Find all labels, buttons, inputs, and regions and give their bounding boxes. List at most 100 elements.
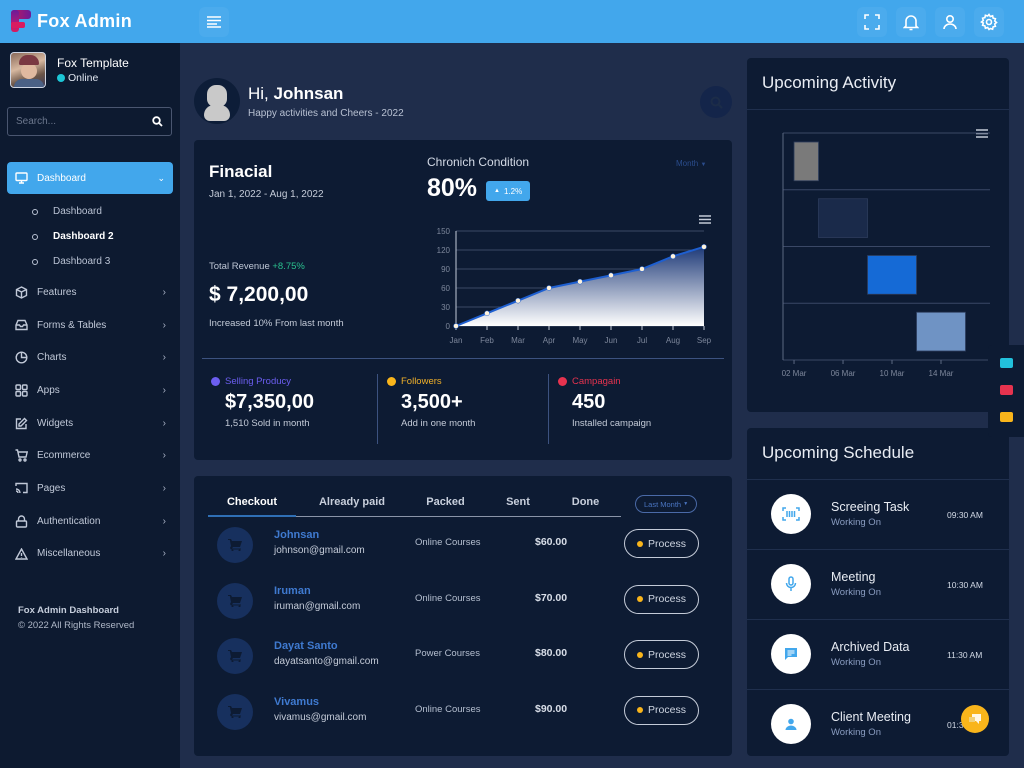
menu-icon <box>207 16 221 28</box>
online-dot-icon <box>57 74 65 82</box>
sidebar-item-label: Ecommerce <box>37 450 91 462</box>
sidebar: Fox Template Online Search... Dashboard … <box>0 43 180 768</box>
x-tick-label: Mar <box>511 336 525 345</box>
chevron-right-icon: › <box>162 450 166 462</box>
schedule-item-status: Working On <box>831 587 881 598</box>
sidebar-item-ecommerce[interactable]: Ecommerce › <box>0 439 180 472</box>
sidebar-subitem-dashboard[interactable]: Dashboard <box>0 199 180 224</box>
stat-label: Followers <box>401 376 442 387</box>
cart-icon <box>228 594 242 607</box>
settings-button[interactable] <box>974 7 1004 37</box>
subitem-label: Dashboard 3 <box>53 256 111 267</box>
schedule-item[interactable]: Meeting Working On 10:30 AM <box>747 549 1009 619</box>
order-customer-name[interactable]: Vivamus <box>274 696 319 708</box>
sidebar-subitem-dashboard-3[interactable]: Dashboard 3 <box>0 249 180 274</box>
status-dot-icon <box>637 596 644 602</box>
divider <box>548 374 549 444</box>
floating-chat-button[interactable] <box>961 705 989 733</box>
user-profile[interactable]: Fox Template Online <box>10 52 129 88</box>
sidebar-item-miscellaneous[interactable]: Miscellaneous › <box>0 538 180 571</box>
sidebar-item-forms-tables[interactable]: Forms & Tables › <box>0 309 180 342</box>
sidebar-item-charts[interactable]: Charts › <box>0 341 180 374</box>
image-icon[interactable] <box>1000 385 1013 395</box>
monitor-icon <box>15 172 28 184</box>
footer-title: Fox Admin Dashboard <box>18 605 119 616</box>
schedule-icon-circle <box>771 634 811 674</box>
order-customer-name[interactable]: Iruman <box>274 585 311 597</box>
cart-avatar <box>217 693 253 730</box>
fullscreen-button[interactable] <box>857 7 887 37</box>
stat-dot-icon <box>558 377 567 386</box>
sidebar-search-input[interactable]: Search... <box>7 107 172 136</box>
process-button[interactable]: Process <box>624 640 699 669</box>
gantt-chart: 02 Mar 06 Mar 10 Mar 14 Mar <box>782 132 990 378</box>
condition-value: 80% <box>427 174 478 202</box>
tab-packed[interactable]: Packed <box>408 491 483 516</box>
order-row: Johnsan johnson@gmail.com Online Courses… <box>194 527 732 582</box>
sidebar-item-apps[interactable]: Apps › <box>0 374 180 407</box>
cart-icon <box>228 650 242 662</box>
person-icon <box>785 718 797 730</box>
inbox-icon <box>15 319 28 331</box>
chevron-right-icon: › <box>162 417 166 429</box>
cart-avatar <box>217 582 253 619</box>
schedule-item-time: 09:30 AM <box>947 510 983 520</box>
order-customer-name[interactable]: Johnsan <box>274 529 319 541</box>
sidebar-subitem-dashboard-2[interactable]: Dashboard 2 <box>0 224 180 249</box>
tab-done[interactable]: Done <box>553 491 618 516</box>
greeting-title: Hi, Johnsan <box>248 84 404 104</box>
gantt-bar <box>916 311 966 352</box>
process-button[interactable]: Process <box>624 584 699 614</box>
process-button[interactable]: Process <box>624 695 699 725</box>
sidebar-item-label: Dashboard <box>37 172 86 184</box>
schedule-item[interactable]: Archived Data Working On 11:30 AM <box>747 619 1009 689</box>
menu-toggle-button[interactable] <box>199 7 229 37</box>
x-tick-label: Sep <box>697 336 712 345</box>
tab-checkout[interactable]: Checkout <box>208 491 296 517</box>
gantt-bar <box>867 255 917 295</box>
gantt-bar <box>793 141 819 182</box>
search-icon[interactable] <box>152 116 163 127</box>
stat-value: $7,350,00 <box>225 391 314 413</box>
sidebar-item-label: Authentication <box>37 515 101 527</box>
profile-name: Fox Template <box>57 56 129 70</box>
condition-badge: ▲ 1.2% <box>486 181 531 201</box>
camera-icon[interactable] <box>1000 358 1013 368</box>
tab-already-paid[interactable]: Already paid <box>296 491 408 516</box>
process-button[interactable]: Process <box>624 529 699 558</box>
main-search-button[interactable] <box>700 86 732 118</box>
y-tick-label: 150 <box>437 227 451 236</box>
logo[interactable]: Fox Admin <box>11 10 132 32</box>
chevron-right-icon: › <box>162 482 166 494</box>
sidebar-item-features[interactable]: Features › <box>0 276 180 309</box>
upcoming-activity-card: Upcoming Activity 02 Mar 06 Mar 10 Mar 14 M… <box>747 58 1009 412</box>
subitem-label: Dashboard 2 <box>53 231 114 242</box>
notifications-button[interactable] <box>896 7 926 37</box>
user-button[interactable] <box>935 7 965 37</box>
x-tick-label: 06 Mar <box>831 369 856 378</box>
sidebar-item-pages[interactable]: Pages › <box>0 472 180 505</box>
stat-dot-icon <box>211 377 220 386</box>
message-icon <box>785 648 797 660</box>
grid-icon <box>15 384 28 397</box>
topbar: Fox Admin <box>0 0 1024 43</box>
chevron-right-icon: › <box>162 352 166 364</box>
order-customer-name[interactable]: Dayat Santo <box>274 640 338 652</box>
data-point <box>453 323 459 329</box>
order-row: Vivamus vivamus@gmail.com Online Courses… <box>194 693 732 749</box>
period-dropdown[interactable]: Month ▼ <box>676 159 706 168</box>
sidebar-item-authentication[interactable]: Authentication › <box>0 505 180 538</box>
sidebar-item-widgets[interactable]: Widgets › <box>0 407 180 440</box>
y-tick-label: 30 <box>441 303 450 312</box>
sidebar-item-dashboard[interactable]: Dashboard ⌄ <box>7 162 173 194</box>
logo-icon <box>11 10 31 32</box>
schedule-item[interactable]: Screeing Task Working On 09:30 AM <box>747 479 1009 549</box>
pie-chart-icon <box>15 351 28 364</box>
tab-sent[interactable]: Sent <box>483 491 553 516</box>
chat-icon[interactable] <box>1000 412 1013 422</box>
chevron-right-icon: › <box>162 384 166 396</box>
last-month-dropdown[interactable]: Last Month ▼ <box>635 495 698 513</box>
order-price: $90.00 <box>535 702 568 715</box>
revenue-change: +8.75% <box>272 261 305 272</box>
process-label: Process <box>648 704 686 716</box>
